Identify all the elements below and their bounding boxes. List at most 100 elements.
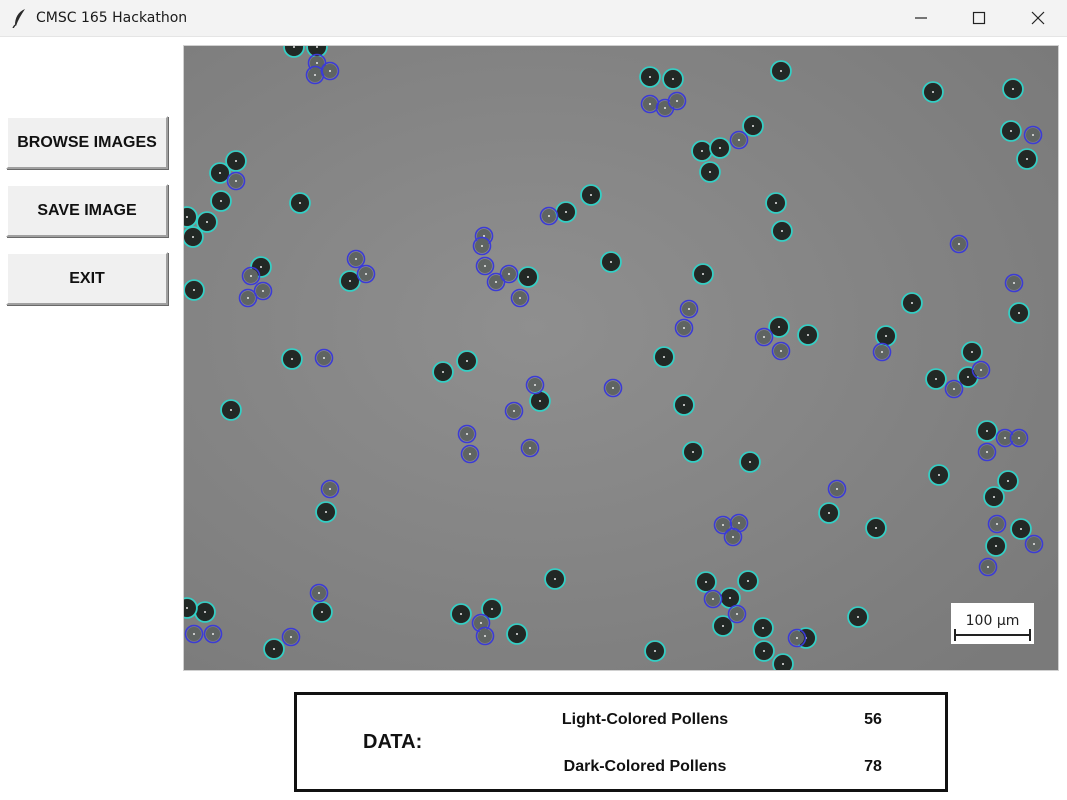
center-dot [683,327,685,329]
center-dot [781,230,783,232]
dark-pollen-detection [320,479,340,499]
center-dot [291,358,293,360]
center-dot [484,265,486,267]
center-dot [782,663,784,665]
dark-pollen-detection [703,589,723,609]
dark-pollen-detection [226,171,246,191]
center-dot [548,215,550,217]
center-dot [692,451,694,453]
light-pollen-count: 56 [864,711,882,728]
center-dot [220,200,222,202]
dark-pollen-detection [827,479,847,499]
dark-pollen-detection [309,583,329,603]
center-dot [938,474,940,476]
center-dot [513,410,515,412]
light-pollen-detection [928,464,950,486]
light-pollen-detection [432,361,454,383]
dark-pollen-detection [872,342,892,362]
light-pollen-detection [752,617,774,639]
center-dot [1010,130,1012,132]
center-dot [1018,312,1020,314]
feather-icon [12,9,25,28]
light-pollen-detection [456,350,478,372]
center-dot [762,627,764,629]
light-pollen-detection [210,190,232,212]
center-dot [1007,480,1009,482]
dark-pollen-detection [723,527,743,547]
center-dot [247,297,249,299]
center-dot [212,633,214,635]
light-pollen-detection [976,420,998,442]
light-pollen-detection [770,60,792,82]
center-dot [875,527,877,529]
center-dot [749,461,751,463]
light-pollen-detection [184,597,198,619]
save-image-button[interactable]: SAVE IMAGE [6,184,168,237]
center-dot [738,139,740,141]
minimize-button[interactable] [892,0,950,36]
browse-images-button[interactable]: BROWSE IMAGES [6,116,168,169]
light-pollen-detection [865,517,887,539]
center-dot [967,376,969,378]
dark-pollen-detection [520,438,540,458]
dark-pollen-label: Dark-Colored Pollens [563,758,727,775]
center-dot [980,369,982,371]
center-dot [911,302,913,304]
dark-pollen-detection [971,360,991,380]
light-pollen-detection [289,192,311,214]
light-pollen-detection [1016,148,1038,170]
light-pollen-detection [739,451,761,473]
light-pollen-detection [742,115,764,137]
light-pollen-detection [517,266,539,288]
center-dot [709,171,711,173]
light-pollen-detection [699,161,721,183]
maximize-button[interactable] [950,0,1008,36]
center-dot [649,103,651,105]
center-dot [469,453,471,455]
center-dot [1004,437,1006,439]
center-dot [204,611,206,613]
center-dot [1012,88,1014,90]
center-dot [705,581,707,583]
center-dot [193,633,195,635]
center-dot [466,433,468,435]
center-dot [828,512,830,514]
center-dot [316,62,318,64]
light-pollen-detection [1000,120,1022,142]
data-label: DATA: [363,731,423,753]
light-pollen-detection [644,640,666,662]
center-dot [719,147,721,149]
close-button[interactable] [1009,0,1067,36]
light-pollen-detection [220,399,242,421]
light-pollen-detection [922,81,944,103]
light-pollen-detection [847,606,869,628]
center-dot [590,194,592,196]
data-panel: DATA: Light-Colored Pollens 56 Dark-Colo… [294,692,948,792]
center-dot [365,273,367,275]
center-dot [460,613,462,615]
exit-button[interactable]: EXIT [6,252,168,305]
dark-pollen-detection [674,318,694,338]
center-dot [722,625,724,627]
light-pollen-detection [184,279,205,301]
center-dot [752,125,754,127]
center-dot [885,335,887,337]
center-dot [355,258,357,260]
center-dot [763,650,765,652]
center-dot [610,261,612,263]
light-pollen-detection [311,601,333,623]
center-dot [1032,134,1034,136]
center-dot [958,243,960,245]
light-pollen-detection [737,570,759,592]
center-dot [654,650,656,652]
center-dot [736,613,738,615]
light-pollen-detection [662,68,684,90]
dark-pollen-detection [475,256,495,276]
light-pollen-detection [315,501,337,523]
center-dot [836,488,838,490]
dark-pollen-detection [457,424,477,444]
dark-pollen-detection [1009,428,1029,448]
center-dot [971,351,973,353]
dark-pollen-detection [713,515,733,535]
center-dot [314,74,316,76]
